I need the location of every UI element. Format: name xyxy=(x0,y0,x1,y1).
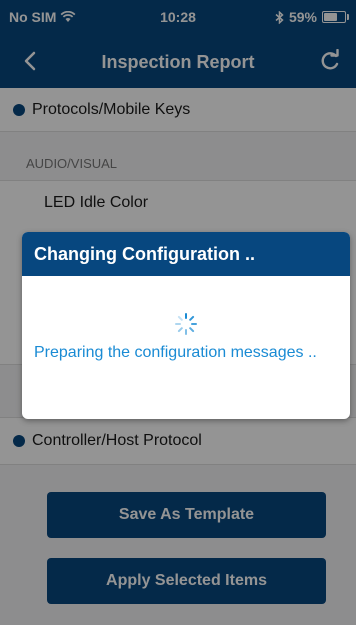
progress-dialog: Changing Configuration .. Preparing the … xyxy=(22,232,350,419)
loading-spinner-icon xyxy=(175,313,197,335)
dialog-message: Preparing the configuration messages .. xyxy=(34,344,317,361)
dialog-header: Changing Configuration .. xyxy=(22,232,350,276)
app-screen: No SIM 10:28 59% Inspection Report Proto… xyxy=(0,0,356,625)
dialog-title: Changing Configuration .. xyxy=(34,244,255,264)
